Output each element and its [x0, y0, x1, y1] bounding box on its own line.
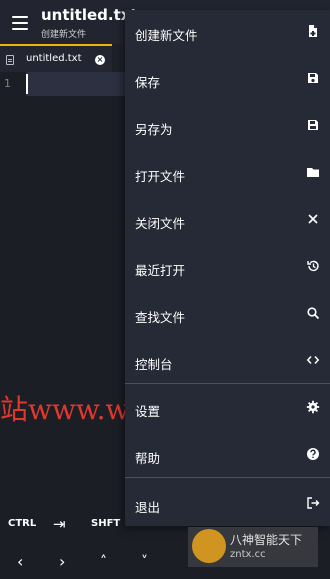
save-icon: [306, 71, 320, 85]
logo-badge-icon: [192, 529, 226, 563]
menu-item-label: 设置: [135, 404, 161, 419]
menu-item-settings[interactable]: 设置: [125, 390, 330, 426]
menu-item-label: 最近打开: [135, 263, 186, 278]
folder-icon: [306, 165, 320, 179]
hamburger-icon[interactable]: [12, 16, 28, 30]
menu-item-label: 打开文件: [135, 169, 186, 184]
menu-item-exit[interactable]: 退出: [125, 486, 330, 522]
text-caret: [26, 74, 28, 94]
close-icon: [306, 212, 320, 226]
menu-item-find-file[interactable]: 查找文件: [125, 296, 330, 332]
menu-item-label: 控制台: [135, 357, 173, 372]
search-icon: [306, 306, 320, 320]
down-arrow-key[interactable]: ˅: [141, 554, 148, 570]
site-logo: 八神智能天下 zntx.cc: [188, 527, 318, 567]
app-subtitle: 创建新文件: [41, 30, 87, 40]
help-icon: [306, 447, 320, 461]
menu-item-label: 查找文件: [135, 310, 186, 325]
logo-domain: zntx.cc: [230, 549, 266, 560]
tab-key[interactable]: ⇥: [53, 515, 66, 533]
menu-item-recent[interactable]: 最近打开: [125, 249, 330, 285]
menu-item-close-file[interactable]: 关闭文件: [125, 202, 330, 238]
menu-item-label: 关闭文件: [135, 216, 186, 231]
up-arrow-key[interactable]: ˄: [100, 554, 107, 570]
line-gutter: 1: [0, 72, 26, 504]
new-file-icon: [306, 24, 320, 38]
menu-item-label: 保存: [135, 75, 161, 90]
file-icon: [6, 55, 14, 65]
menu-item-console[interactable]: 控制台: [125, 343, 330, 379]
left-arrow-key[interactable]: ‹: [17, 552, 23, 571]
close-circle-icon[interactable]: ×: [95, 55, 105, 65]
shift-key[interactable]: SHFT: [91, 518, 120, 529]
overflow-menu: 创建新文件 保存 另存为 打开文件 关闭文件 最近打开 查找文件 控制台 设置 …: [125, 10, 330, 526]
menu-item-label: 退出: [135, 500, 161, 515]
menu-item-label: 创建新文件: [135, 28, 198, 43]
logo-text: 八神智能天下: [230, 533, 303, 547]
line-number: 1: [4, 77, 11, 90]
ctrl-key[interactable]: CTRL: [8, 518, 36, 529]
menu-item-label: 帮助: [135, 451, 161, 466]
tab-untitled[interactable]: untitled.txt ×: [0, 44, 112, 72]
menu-divider: [125, 477, 330, 478]
app-title: untitled.txt: [41, 6, 138, 24]
right-arrow-key[interactable]: ›: [59, 552, 65, 571]
menu-item-label: 另存为: [135, 122, 173, 137]
logout-icon: [306, 496, 320, 510]
menu-item-open-file[interactable]: 打开文件: [125, 155, 330, 191]
menu-item-save[interactable]: 保存: [125, 61, 330, 97]
menu-item-save-as[interactable]: 另存为: [125, 108, 330, 144]
gear-icon: [306, 400, 320, 414]
tab-label: untitled.txt: [26, 53, 82, 64]
save-as-icon: [306, 118, 320, 132]
menu-divider: [125, 383, 330, 384]
history-icon: [306, 259, 320, 273]
menu-item-help[interactable]: 帮助: [125, 437, 330, 473]
menu-item-new-file[interactable]: 创建新文件: [125, 14, 330, 50]
code-icon: [306, 353, 320, 367]
